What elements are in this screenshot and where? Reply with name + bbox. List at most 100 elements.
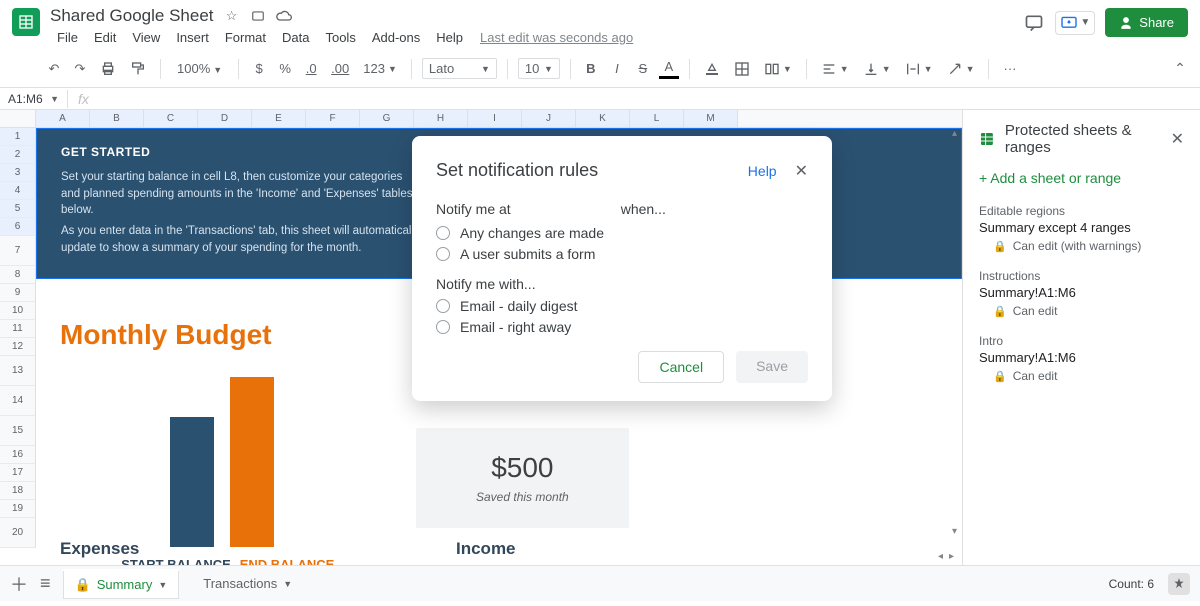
menu-addons[interactable]: Add-ons (365, 28, 427, 47)
star-icon[interactable]: ☆ (224, 8, 240, 24)
opt-form-submit[interactable]: A user submits a form (436, 246, 808, 262)
move-icon[interactable] (250, 8, 266, 24)
row-13[interactable]: 13 (0, 356, 36, 386)
font-select[interactable]: Lato▼ (422, 58, 497, 79)
row-4[interactable]: 4 (0, 182, 36, 200)
rotate-icon[interactable]: ▼ (943, 57, 979, 81)
menu-file[interactable]: File (50, 28, 85, 47)
row-10[interactable]: 10 (0, 302, 36, 320)
opt-email-digest[interactable]: Email - daily digest (436, 298, 808, 314)
col-L[interactable]: L (630, 110, 684, 127)
col-I[interactable]: I (468, 110, 522, 127)
col-K[interactable]: K (576, 110, 630, 127)
menu-insert[interactable]: Insert (169, 28, 216, 47)
opt-email-right-away[interactable]: Email - right away (436, 319, 808, 335)
chevron-down-icon[interactable]: ▼ (158, 580, 167, 590)
add-sheet-icon[interactable]: ＋ (10, 571, 28, 597)
row-6[interactable]: 6 (0, 218, 36, 236)
scroll-right-icon[interactable]: ▸ (949, 551, 954, 562)
col-H[interactable]: H (414, 110, 468, 127)
row-8[interactable]: 8 (0, 266, 36, 284)
row-9[interactable]: 9 (0, 284, 36, 302)
strike-button[interactable]: S (633, 57, 653, 80)
valign-icon[interactable]: ▼ (859, 57, 895, 81)
name-box[interactable]: A1:M6▼ (0, 90, 68, 108)
row-7[interactable]: 7 (0, 236, 36, 266)
row-15[interactable]: 15 (0, 416, 36, 446)
zoom-select[interactable]: 100%▼ (171, 59, 228, 78)
row-5[interactable]: 5 (0, 200, 36, 218)
chevron-down-icon[interactable]: ▼ (283, 579, 292, 589)
format-currency[interactable]: $ (249, 57, 269, 80)
col-M[interactable]: M (684, 110, 738, 127)
print-icon[interactable] (96, 57, 120, 81)
comments-icon[interactable] (1023, 12, 1045, 34)
explore-icon[interactable] (1168, 573, 1190, 595)
toolbar-more[interactable]: ··· (999, 57, 1020, 80)
scroll-up-icon[interactable]: ▴ (952, 128, 957, 139)
row-2[interactable]: 2 (0, 146, 36, 164)
present-button[interactable]: ▼ (1055, 11, 1095, 35)
close-icon[interactable]: ✕ (795, 161, 808, 181)
row-19[interactable]: 19 (0, 500, 36, 518)
row-3[interactable]: 3 (0, 164, 36, 182)
paint-format-icon[interactable] (126, 57, 150, 81)
text-color-button[interactable]: A (659, 58, 679, 79)
col-D[interactable]: D (198, 110, 252, 127)
select-all-corner[interactable] (0, 110, 36, 127)
range-name-2[interactable]: Summary!A1:M6 (979, 350, 1184, 365)
last-edit[interactable]: Last edit was seconds ago (480, 30, 633, 45)
dialog-help-link[interactable]: Help (748, 163, 777, 179)
row-12[interactable]: 12 (0, 338, 36, 356)
font-size-select[interactable]: 10▼ (518, 58, 560, 79)
row-20[interactable]: 20 (0, 518, 36, 548)
undo-icon[interactable]: ↶ (44, 57, 64, 81)
row-18[interactable]: 18 (0, 482, 36, 500)
col-A[interactable]: A (36, 110, 90, 127)
menu-view[interactable]: View (125, 28, 167, 47)
save-button[interactable]: Save (736, 351, 808, 383)
format-percent[interactable]: % (275, 57, 295, 80)
row-17[interactable]: 17 (0, 464, 36, 482)
close-icon[interactable]: ✕ (1171, 129, 1184, 149)
italic-button[interactable]: I (607, 57, 627, 80)
halign-icon[interactable]: ▼ (817, 57, 853, 81)
add-sheet-range-button[interactable]: + Add a sheet or range (979, 170, 1184, 186)
fill-color-icon[interactable] (700, 57, 724, 81)
dec-increase[interactable]: .00 (327, 57, 353, 80)
doc-title[interactable]: Shared Google Sheet (50, 6, 214, 26)
bold-button[interactable]: B (581, 57, 601, 80)
cloud-icon[interactable] (276, 8, 292, 24)
col-J[interactable]: J (522, 110, 576, 127)
dec-decrease[interactable]: .0 (301, 57, 321, 80)
redo-icon[interactable]: ↷ (70, 57, 90, 81)
borders-icon[interactable] (730, 57, 754, 81)
col-C[interactable]: C (144, 110, 198, 127)
number-format[interactable]: 123▼ (359, 57, 401, 80)
menu-tools[interactable]: Tools (318, 28, 362, 47)
cancel-button[interactable]: Cancel (638, 351, 724, 383)
menu-data[interactable]: Data (275, 28, 316, 47)
share-button[interactable]: Share (1105, 8, 1188, 37)
scroll-down-icon[interactable]: ▾ (952, 526, 957, 537)
col-B[interactable]: B (90, 110, 144, 127)
range-name-1[interactable]: Summary!A1:M6 (979, 285, 1184, 300)
row-14[interactable]: 14 (0, 386, 36, 416)
col-E[interactable]: E (252, 110, 306, 127)
wrap-icon[interactable]: ▼ (901, 57, 937, 81)
all-sheets-icon[interactable]: ≡ (40, 573, 51, 594)
opt-any-changes[interactable]: Any changes are made (436, 225, 808, 241)
tab-transactions[interactable]: Transactions ▼ (191, 570, 304, 597)
row-1[interactable]: 1 (0, 128, 36, 146)
tab-summary[interactable]: 🔒 Summary ▼ (63, 569, 180, 599)
range-name-0[interactable]: Summary except 4 ranges (979, 220, 1184, 235)
toolbar-collapse-icon[interactable]: ⌃ (1170, 56, 1190, 81)
vertical-scrollbar[interactable]: ▴ ▾ (952, 128, 960, 537)
col-F[interactable]: F (306, 110, 360, 127)
merge-icon[interactable]: ▼ (760, 57, 796, 81)
horizontal-scroll-nav[interactable]: ◂ ▸ (938, 547, 962, 565)
menu-edit[interactable]: Edit (87, 28, 123, 47)
row-16[interactable]: 16 (0, 446, 36, 464)
menu-format[interactable]: Format (218, 28, 273, 47)
col-G[interactable]: G (360, 110, 414, 127)
